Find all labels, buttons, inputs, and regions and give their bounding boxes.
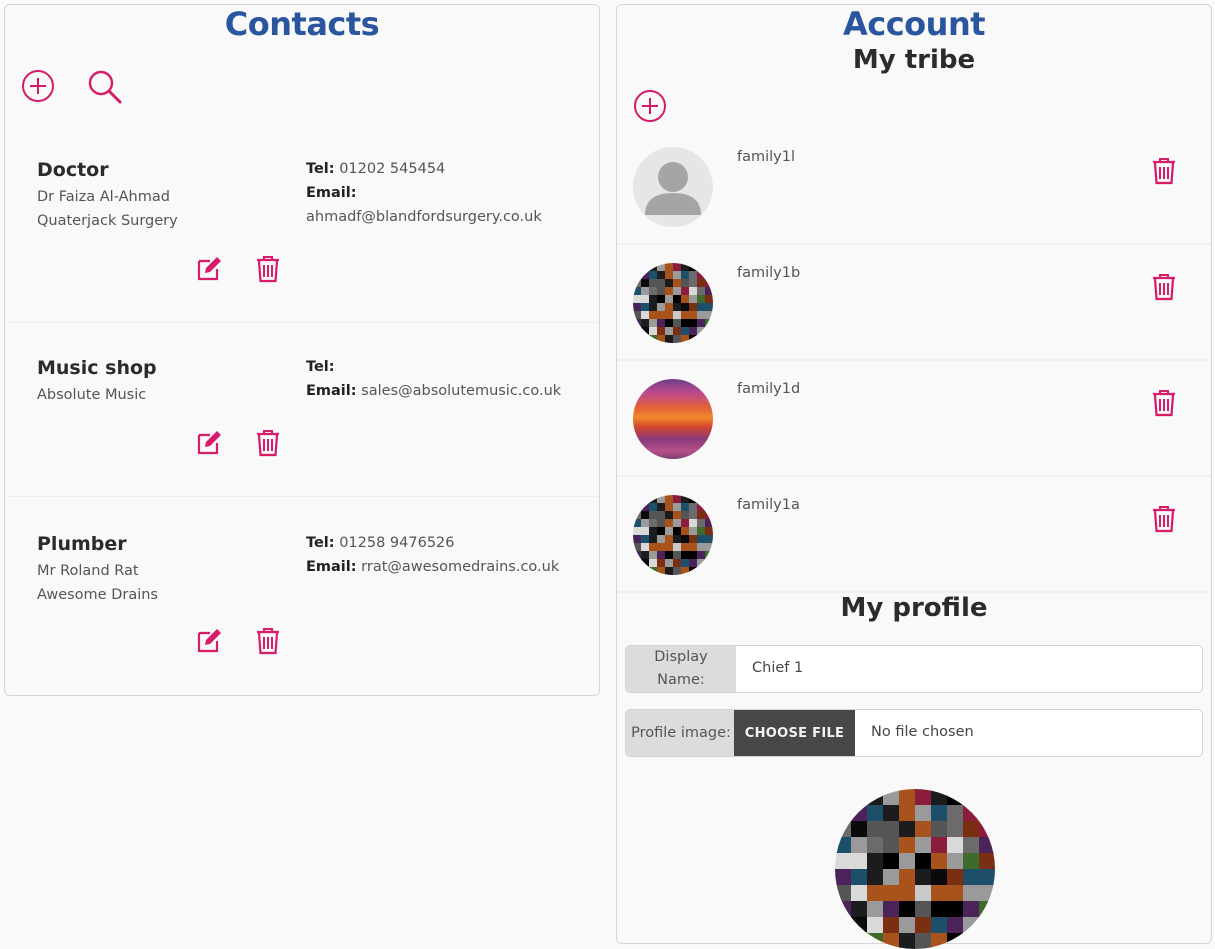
contact-email: rrat@awesomedrains.co.uk: [361, 559, 560, 575]
contact-info: Tel: 01258 9476526 Email: rrat@awesomedr…: [306, 531, 559, 579]
profile-image-label: Profile image:: [626, 710, 736, 756]
my-tribe-heading: My tribe: [852, 45, 976, 75]
contact-name: Music shop: [37, 357, 157, 379]
no-file-chosen-text: No file chosen: [871, 724, 974, 740]
add-tribe-member-button[interactable]: [633, 89, 667, 123]
contact-organisation: Quaterjack Surgery: [37, 213, 178, 229]
tribe-member-name: family1a: [737, 497, 800, 513]
delete-member-button[interactable]: [1152, 388, 1176, 418]
contact-info: Tel: Email: sales@absolutemusic.co.uk: [306, 355, 561, 403]
account-title: Account: [842, 5, 986, 43]
contact-organisation: Awesome Drains: [37, 587, 158, 603]
account-panel: Account My tribe family1l family1b famil…: [616, 4, 1212, 949]
trash-icon: [1153, 506, 1175, 533]
email-label: Email:: [306, 185, 357, 201]
trash-icon: [1153, 158, 1175, 185]
tribe-member-name: family1d: [737, 381, 801, 397]
tribe-member-row: family1b: [617, 245, 1211, 361]
contact-card: Music shop Absolute Music Tel: Email: sa…: [5, 325, 599, 497]
contact-organisation: Absolute Music: [37, 387, 147, 403]
contact-person: Mr Roland Rat: [37, 563, 139, 579]
tribe-member-row: family1l: [617, 129, 1211, 245]
add-contact-button[interactable]: [21, 69, 55, 103]
search-icon: [88, 70, 122, 104]
contacts-title: Contacts: [224, 5, 380, 43]
sunset-abstract-avatar: [633, 379, 713, 459]
choose-file-button[interactable]: CHOOSE FILE: [734, 710, 855, 756]
edit-contact-button[interactable]: [195, 255, 223, 283]
delete-contact-button[interactable]: [256, 255, 280, 283]
pixel-mosaic-avatar: [633, 495, 713, 575]
edit-icon: [197, 629, 221, 653]
delete-contact-button[interactable]: [256, 627, 280, 655]
my-profile-heading: My profile: [840, 593, 988, 623]
trash-icon: [1153, 274, 1175, 301]
edit-icon: [197, 257, 221, 281]
email-label: Email:: [306, 559, 357, 575]
trash-icon: [257, 256, 279, 283]
contact-tel: 01202 545454: [339, 161, 446, 177]
plus-circle-icon: [634, 90, 666, 122]
delete-contact-button[interactable]: [256, 429, 280, 457]
display-name-field: Display Name: Chief 1: [625, 645, 1203, 693]
delete-member-button[interactable]: [1152, 272, 1176, 302]
tribe-member-row: family1a: [617, 477, 1211, 593]
tel-label: Tel:: [306, 359, 335, 375]
edit-icon: [197, 431, 221, 455]
trash-icon: [257, 628, 279, 655]
edit-contact-button[interactable]: [195, 429, 223, 457]
delete-member-button[interactable]: [1152, 504, 1176, 534]
contact-card: Plumber Mr Roland Rat Awesome Drains Tel…: [5, 499, 599, 693]
contact-info: Tel: 01202 545454 Email: ahmadf@blandfor…: [306, 157, 542, 229]
edit-contact-button[interactable]: [195, 627, 223, 655]
email-label: Email:: [306, 383, 357, 399]
contact-tel: 01258 9476526: [339, 535, 455, 551]
trash-icon: [257, 430, 279, 457]
contact-person: Dr Faiza Al-Ahmad: [37, 189, 170, 205]
tel-label: Tel:: [306, 161, 335, 177]
contact-email: sales@absolutemusic.co.uk: [361, 383, 562, 399]
plus-circle-icon: [22, 70, 54, 102]
delete-member-button[interactable]: [1152, 156, 1176, 186]
default-user-avatar: [633, 147, 713, 227]
tribe-member-name: family1b: [737, 265, 801, 281]
contact-email: ahmadf@blandfordsurgery.co.uk: [306, 209, 542, 225]
tel-label: Tel:: [306, 535, 335, 551]
contacts-panel: Contacts Doctor Dr Faiza Al-Ahmad Quater…: [4, 4, 600, 696]
search-contacts-button[interactable]: [87, 69, 123, 105]
contact-name: Plumber: [37, 533, 127, 555]
profile-image-field: Profile image: CHOOSE FILE No file chose…: [625, 709, 1203, 757]
tribe-member-row: family1d: [617, 361, 1211, 477]
pixel-mosaic-avatar: [633, 263, 713, 343]
contact-card: Doctor Dr Faiza Al-Ahmad Quaterjack Surg…: [5, 131, 599, 323]
profile-image-preview: [835, 789, 995, 949]
tribe-member-name: family1l: [737, 149, 796, 165]
display-name-label: Display Name:: [626, 646, 736, 692]
trash-icon: [1153, 390, 1175, 417]
display-name-input[interactable]: Chief 1: [752, 660, 803, 676]
contact-name: Doctor: [37, 159, 109, 181]
